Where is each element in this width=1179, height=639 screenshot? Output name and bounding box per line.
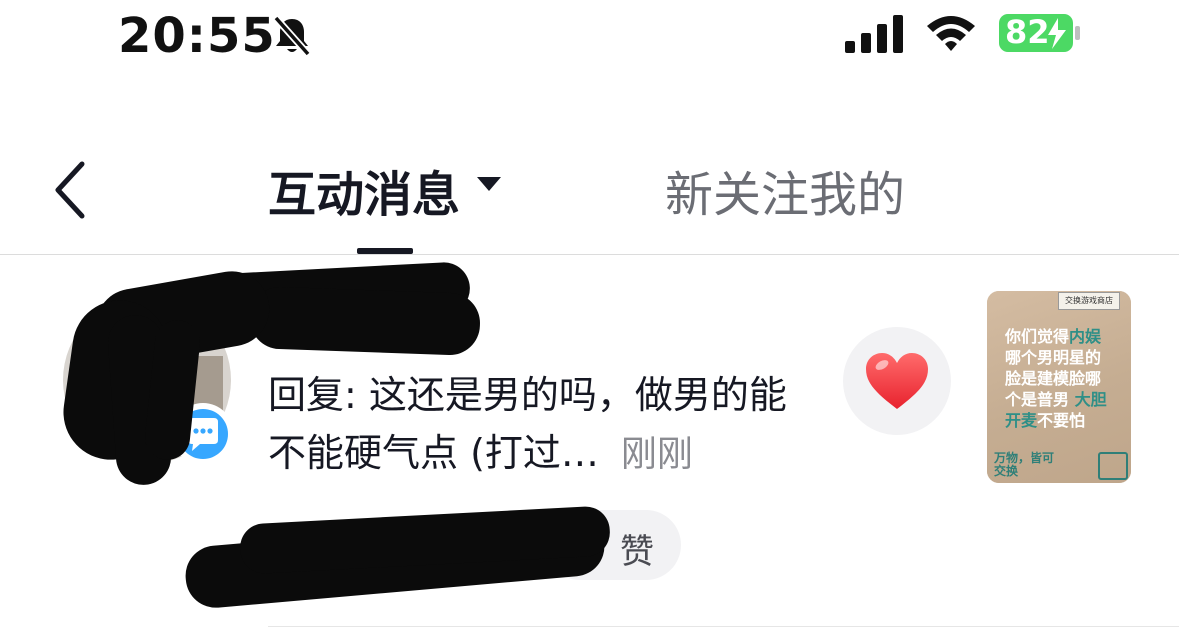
- thumbnail-caption: 你们觉得内娱 哪个男明星的 脸是建模脸哪 个是普男 大胆 开麦不要怕: [1005, 327, 1107, 430]
- screen: 20:55 82 互动消息 新关注我的 回复: 这还是男的吗，做男的能不能硬气点…: [0, 0, 1179, 639]
- redaction-mark: [248, 286, 482, 356]
- dropdown-caret-icon[interactable]: [476, 175, 502, 193]
- like-label: 赞: [620, 532, 654, 572]
- thumbnail-footer: 万物，皆可交换: [994, 451, 1055, 478]
- tab-new-followers[interactable]: 新关注我的: [665, 155, 905, 225]
- reply-content: 回复: 这还是男的吗，做男的能不能硬气点 (打过…: [268, 373, 787, 475]
- back-chevron-icon[interactable]: [50, 158, 90, 222]
- cellular-signal-icon: [845, 15, 903, 53]
- header-divider: [0, 254, 1179, 255]
- like-reaction-button[interactable]: [843, 327, 951, 435]
- heart-icon: [866, 353, 928, 409]
- thumbnail-logo-icon: [1098, 452, 1128, 480]
- row-divider: [268, 626, 1179, 627]
- battery-indicator: 82: [998, 12, 1082, 54]
- tab-interactions[interactable]: 互动消息: [268, 155, 460, 225]
- thumbnail-tag: 交换游戏商店: [1058, 292, 1120, 310]
- timestamp: 刚刚: [620, 434, 693, 475]
- wifi-icon: [927, 16, 975, 51]
- bell-muted-icon: [273, 15, 311, 57]
- status-time: 20:55: [118, 8, 276, 64]
- battery-percent: 82: [1005, 13, 1050, 51]
- reply-message[interactable]: 回复: 这还是男的吗，做男的能不能硬气点 (打过… 刚刚: [268, 366, 808, 484]
